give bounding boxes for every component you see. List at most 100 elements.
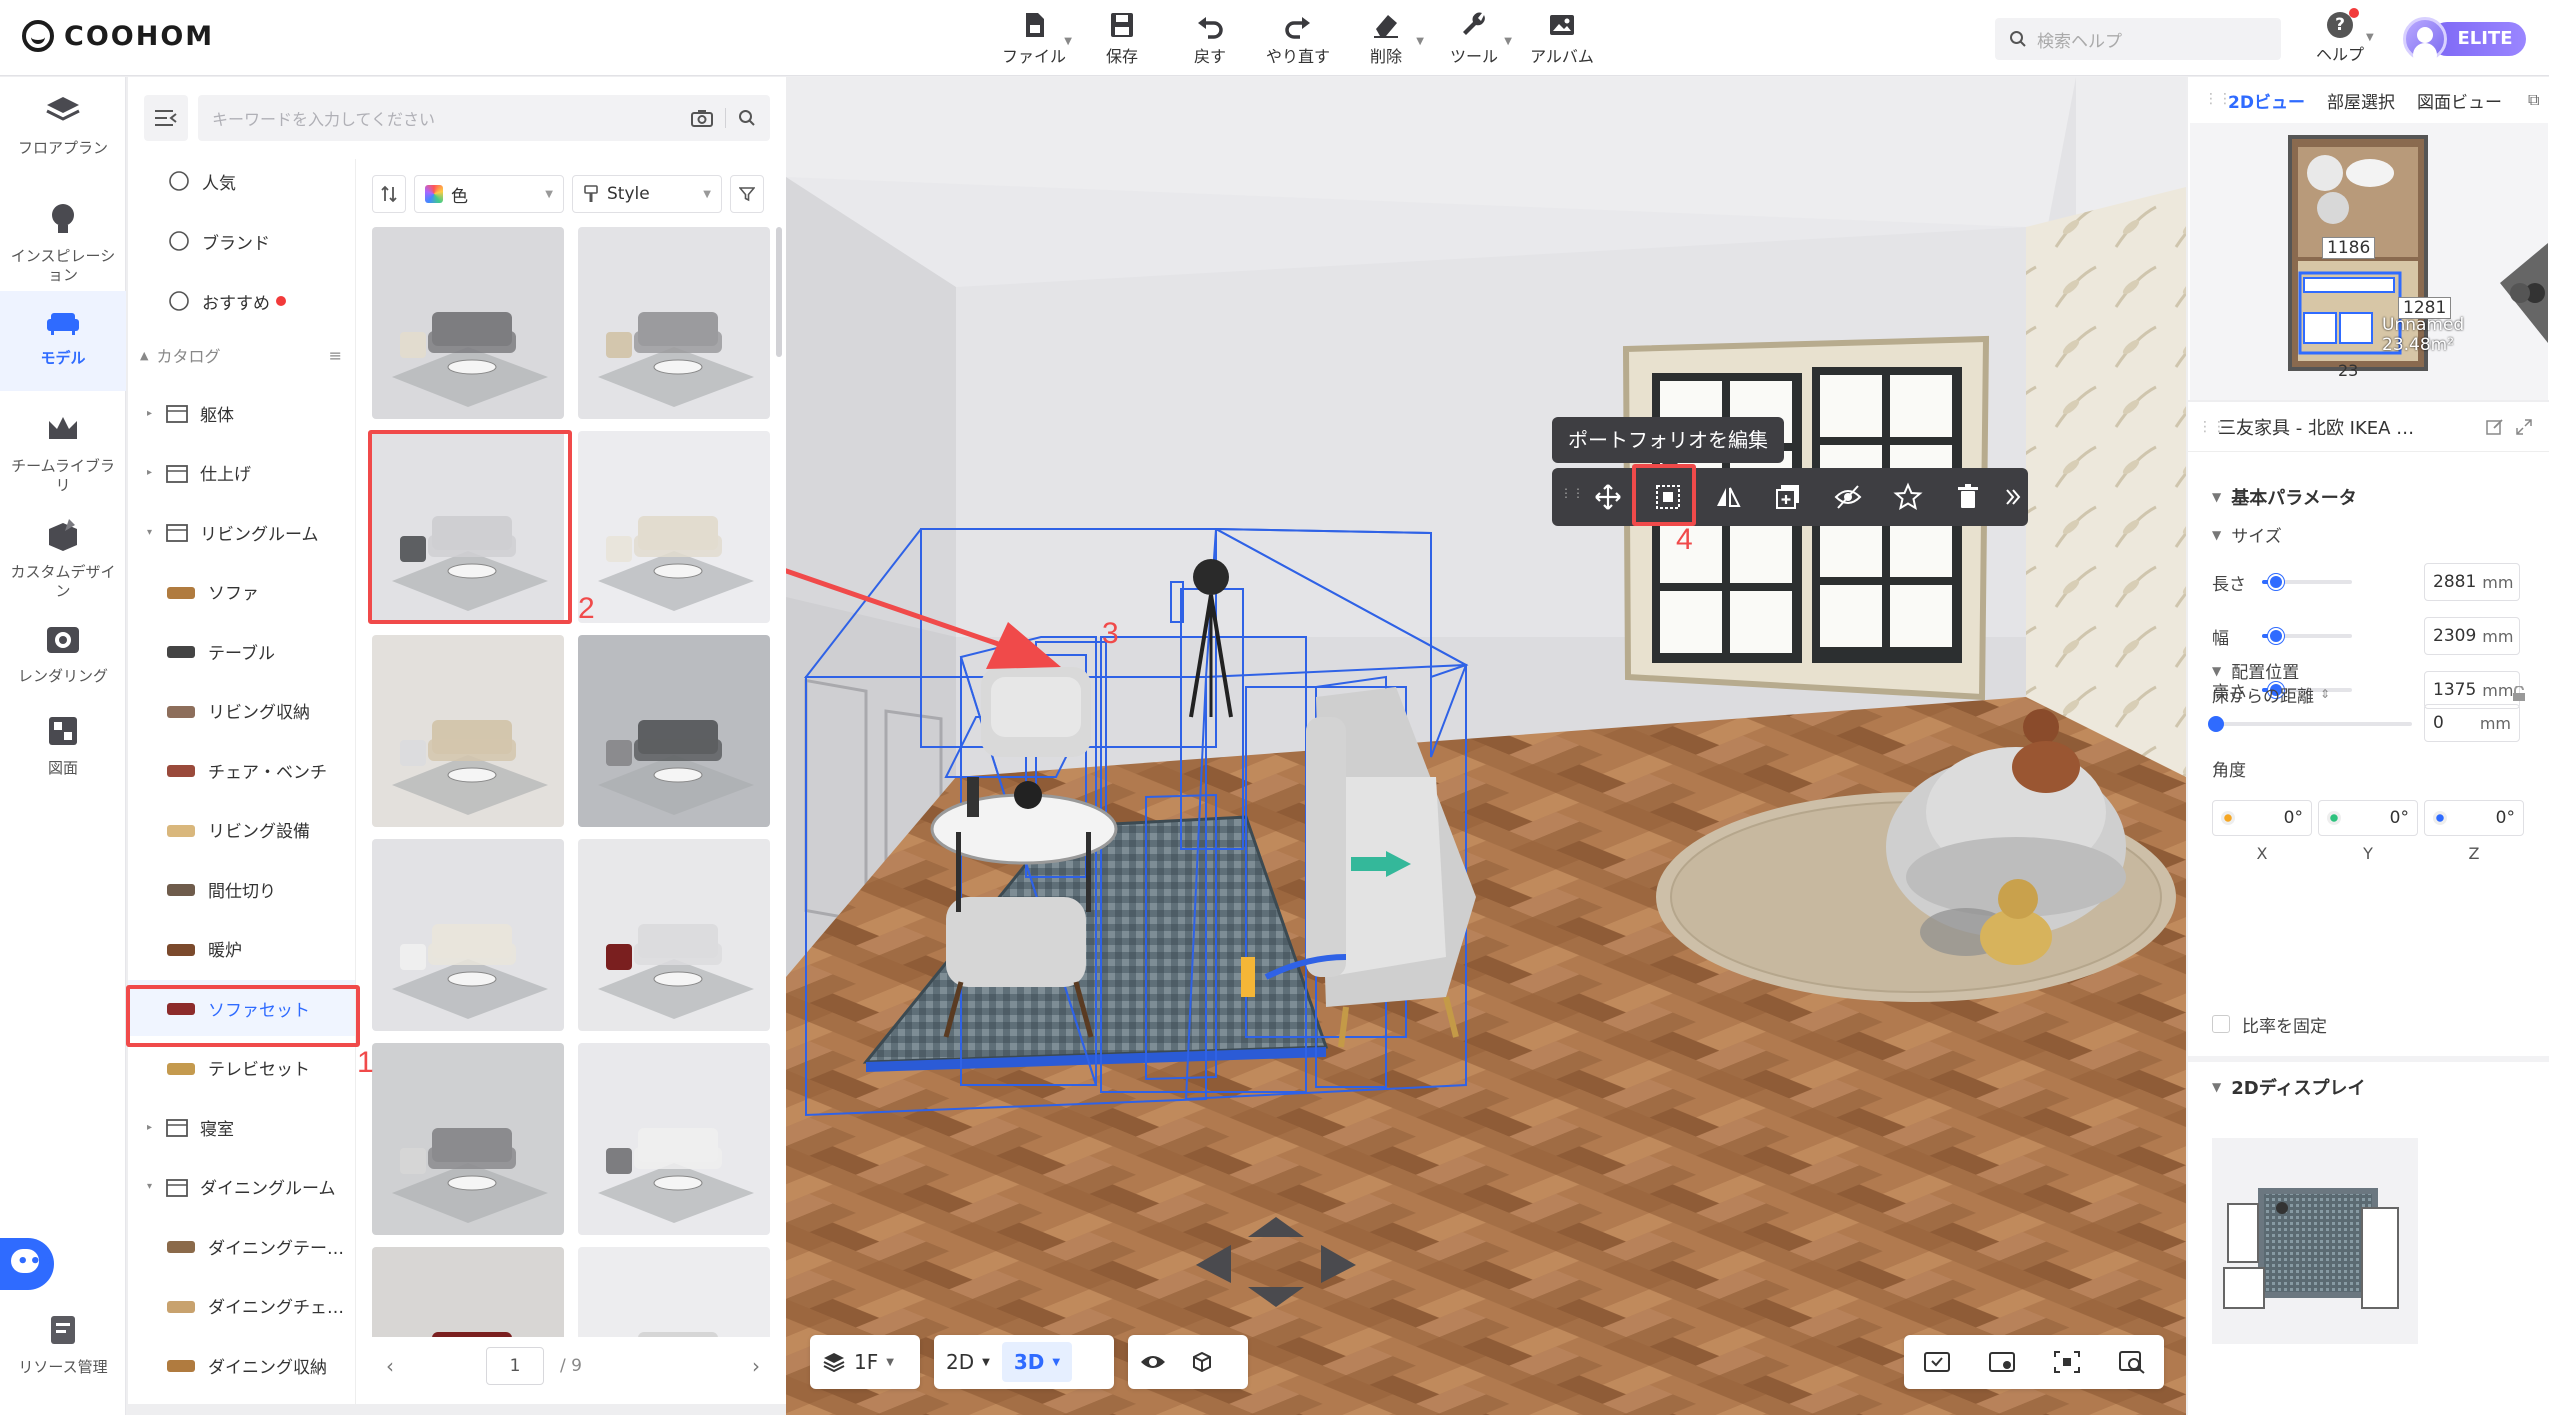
model-thumbnail[interactable]	[372, 839, 564, 1031]
help-caret-icon[interactable]: ▼	[2366, 32, 2374, 43]
minimap-tab-0[interactable]: 2Dビュー	[2228, 88, 2305, 113]
user-avatar[interactable]	[2403, 17, 2447, 61]
category-item-4[interactable]: テーブル	[128, 623, 355, 679]
category-item-1[interactable]: ▸ 仕上げ	[128, 445, 355, 501]
model-thumbnail[interactable]	[578, 1247, 770, 1337]
category-item-8[interactable]: 間仕切り	[128, 861, 355, 917]
slider-knob[interactable]	[2267, 574, 2284, 590]
style-filter-select[interactable]: Style ▼	[572, 175, 722, 213]
category-top-0[interactable]: 人気	[128, 159, 355, 209]
rail-item-lightbulb[interactable]: インスピレーション	[0, 189, 126, 289]
model-thumbnail[interactable]	[578, 839, 770, 1031]
expand-arrow-icon[interactable]: ▸	[128, 408, 152, 419]
category-top-1[interactable]: ブランド	[128, 213, 355, 269]
slider-knob[interactable]	[2208, 716, 2224, 732]
drag-handle-icon[interactable]: ⋮⋮	[1560, 486, 1584, 500]
category-item-13[interactable]: ▾ ダイニングルーム	[128, 1159, 355, 1215]
focus-icon[interactable]	[2052, 1349, 2082, 1375]
screenshot-icon[interactable]	[1922, 1349, 1952, 1375]
expand-arrow-icon[interactable]: ▸	[128, 1122, 152, 1133]
popout-icon[interactable]: ⧉	[2528, 90, 2539, 110]
category-item-0[interactable]: ▸ 躯体	[128, 385, 355, 441]
angle-input-y[interactable]: 0°	[2318, 800, 2418, 836]
toolbar-album-button[interactable]: アルバム	[1518, 6, 1606, 70]
view-2d-button[interactable]: 2D ▼	[934, 1342, 1002, 1382]
help-search-input[interactable]: 検索ヘルプ	[1995, 18, 2281, 60]
category-item-7[interactable]: リビング設備	[128, 802, 355, 858]
expand-icon[interactable]	[2516, 418, 2532, 435]
sort-button[interactable]	[372, 175, 406, 213]
lock-ratio-checkbox[interactable]	[2212, 1015, 2230, 1033]
prev-page-icon[interactable]: ‹	[386, 1354, 394, 1378]
2d-display-section[interactable]: ▼ 2Dディスプレイ	[2212, 1074, 2365, 1100]
floor-distance-slider[interactable]	[2208, 716, 2412, 732]
model-thumbnail[interactable]	[578, 431, 770, 623]
lock-ratio-row[interactable]: 比率を固定	[2212, 1004, 2532, 1044]
expand-arrow-icon[interactable]: ▸	[128, 467, 152, 478]
rail-item-drawing[interactable]: 図面	[0, 701, 126, 793]
size-section[interactable]: ▼ サイズ	[2212, 522, 2282, 547]
mirror-button[interactable]	[1698, 468, 1758, 526]
floorplan-minimap[interactable]	[2190, 123, 2548, 400]
toolbar-undo-button[interactable]: 戻す	[1166, 6, 1254, 70]
category-item-12[interactable]: ▸ 寝室	[128, 1099, 355, 1155]
camera-settings-icon[interactable]	[1987, 1349, 2017, 1375]
zoom-fit-icon[interactable]	[2117, 1349, 2147, 1375]
size-input[interactable]: 2309 mm	[2424, 617, 2520, 655]
size-slider[interactable]	[2262, 574, 2352, 590]
floor-distance-input[interactable]: 0 mm	[2424, 704, 2520, 742]
image-search-camera-icon[interactable]	[691, 109, 713, 127]
slider-knob[interactable]	[2267, 628, 2284, 644]
move-button[interactable]	[1578, 468, 1638, 526]
category-item-16[interactable]: ダイニング収納	[128, 1337, 355, 1393]
category-item-9[interactable]: 暖炉	[128, 921, 355, 977]
lock-icon[interactable]	[2512, 686, 2526, 702]
3d-viewport[interactable]: 3 ポートフォリオを編集 ⋮⋮ 4 1F ▼ 2D ▼ 3D ▼	[786, 77, 2186, 1415]
hide-button[interactable]	[1818, 468, 1878, 526]
view-3d-button[interactable]: 3D ▼	[1001, 1342, 1073, 1382]
category-item-6[interactable]: チェア・ベンチ	[128, 742, 355, 798]
chat-support-button[interactable]: •••	[0, 1238, 54, 1290]
duplicate-button[interactable]	[1758, 468, 1818, 526]
filter-button[interactable]	[730, 175, 764, 213]
category-item-3[interactable]: ソファ	[128, 564, 355, 620]
model-thumbnail[interactable]	[372, 1247, 564, 1337]
rail-item-custom-box[interactable]: カスタムデザイン	[0, 505, 126, 605]
catalog-header[interactable]: ▲ カタログ ≡	[128, 327, 355, 383]
category-top-2[interactable]: おすすめ	[128, 273, 355, 329]
sort-toggle-icon[interactable]: ⇕	[2320, 687, 2330, 701]
search-icon[interactable]	[738, 109, 756, 127]
category-item-2[interactable]: ▾ リビングルーム	[128, 504, 355, 560]
angle-input-x[interactable]: 0°	[2212, 800, 2312, 836]
2d-symbol-preview[interactable]	[2212, 1138, 2418, 1344]
color-filter-select[interactable]: 色 ▼	[414, 175, 564, 213]
page-number-input[interactable]: 1	[486, 1347, 544, 1385]
category-item-14[interactable]: ダイニングテー…	[128, 1218, 355, 1274]
visibility-button[interactable]	[1128, 1342, 1178, 1382]
favorite-button[interactable]	[1878, 468, 1938, 526]
model-thumbnail[interactable]	[578, 1043, 770, 1235]
drag-handle-icon[interactable]: ⋮⋮	[2204, 91, 2232, 107]
help-button[interactable]: ? ヘルプ	[2310, 8, 2370, 68]
model-thumbnail[interactable]	[578, 635, 770, 827]
model-thumbnail[interactable]	[578, 227, 770, 419]
category-item-15[interactable]: ダイニングチェ…	[128, 1278, 355, 1334]
size-slider[interactable]	[2262, 628, 2352, 644]
minimap-tab-1[interactable]: 部屋選択	[2327, 88, 2395, 113]
angle-input-z[interactable]: 0°	[2424, 800, 2524, 836]
toolbar-file-button[interactable]: ファイル ▼	[990, 6, 1078, 70]
next-page-icon[interactable]: ›	[752, 1354, 760, 1378]
delete-button[interactable]	[1938, 468, 1998, 526]
category-item-5[interactable]: リビング収納	[128, 683, 355, 739]
drag-handle-icon[interactable]: ⋮⋮	[2198, 419, 2226, 435]
minimap-tab-2[interactable]: 図面ビュー	[2417, 88, 2502, 113]
model-thumbnail[interactable]	[372, 635, 564, 827]
library-search-input[interactable]: キーワードを入力してください	[198, 95, 770, 141]
model-thumbnail[interactable]	[372, 1043, 564, 1235]
coohom-logo[interactable]: COOHOM	[22, 20, 214, 52]
model-thumbnail[interactable]	[372, 227, 564, 419]
toolbar-eraser-button[interactable]: 削除 ▼	[1342, 6, 1430, 70]
expand-button[interactable]	[1998, 468, 2028, 526]
toolbar-redo-button[interactable]: やり直す	[1254, 6, 1342, 70]
size-input[interactable]: 2881 mm	[2424, 563, 2520, 601]
